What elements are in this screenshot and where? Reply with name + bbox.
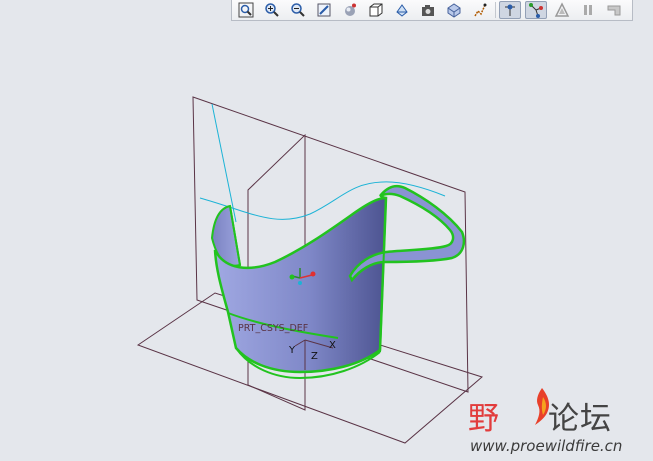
repaint-button[interactable] <box>313 1 335 19</box>
axis-label-x: X <box>329 340 336 351</box>
camera-icon <box>422 5 434 16</box>
datum-axis-icon <box>474 3 487 17</box>
hidden-line-button[interactable] <box>365 1 387 19</box>
saved-views-button[interactable] <box>391 1 413 19</box>
datum-axis-button[interactable] <box>469 1 491 19</box>
watermark-char-1: 野 <box>468 401 500 437</box>
sketch-curves[interactable] <box>199 103 446 223</box>
toolbar-separator <box>495 2 496 18</box>
zoom-fit-button[interactable] <box>235 1 257 19</box>
axis-label-z: Z <box>311 351 318 362</box>
annotation-icon <box>554 2 570 17</box>
watermark-url: www.proewildfire.cn <box>470 437 623 455</box>
watermark-title: 野火论坛 <box>468 393 612 438</box>
datum-point-icon <box>505 4 515 16</box>
view-toolbar <box>231 0 633 21</box>
repaint-icon <box>317 3 331 17</box>
cup-body-surface[interactable] <box>213 196 388 374</box>
csys-display-icon <box>529 3 543 18</box>
datum-plane-button[interactable] <box>443 1 465 19</box>
forum-watermark: 野火论坛 www.proewildfire.cn <box>468 388 638 457</box>
regenerate-button[interactable] <box>603 1 625 19</box>
datum-point-button[interactable] <box>499 1 521 19</box>
shading-button[interactable] <box>339 1 361 19</box>
csys-display-button[interactable] <box>525 1 547 19</box>
annotation-button[interactable] <box>551 1 573 19</box>
pause-button[interactable] <box>577 1 599 19</box>
axis-label-y: Y <box>288 345 296 356</box>
watermark-char-3: 论坛 <box>548 401 612 437</box>
datum-plane-icon <box>447 3 461 18</box>
zoom-fit-icon <box>238 2 254 18</box>
camera-button[interactable] <box>417 1 439 19</box>
csys-label: PRT_CSYS_DEF <box>238 323 308 334</box>
regenerate-icon <box>607 5 621 16</box>
zoom-in-icon <box>265 3 279 17</box>
pause-icon <box>584 5 592 15</box>
hidden-line-icon <box>369 3 383 17</box>
zoom-out-icon <box>291 3 305 17</box>
zoom-in-button[interactable] <box>261 1 283 19</box>
saved-views-icon <box>396 4 408 17</box>
zoom-out-button[interactable] <box>287 1 309 19</box>
shading-icon <box>345 3 356 16</box>
graphics-viewport[interactable]: PRT_CSYS_DEF Y Z X <box>0 0 653 461</box>
